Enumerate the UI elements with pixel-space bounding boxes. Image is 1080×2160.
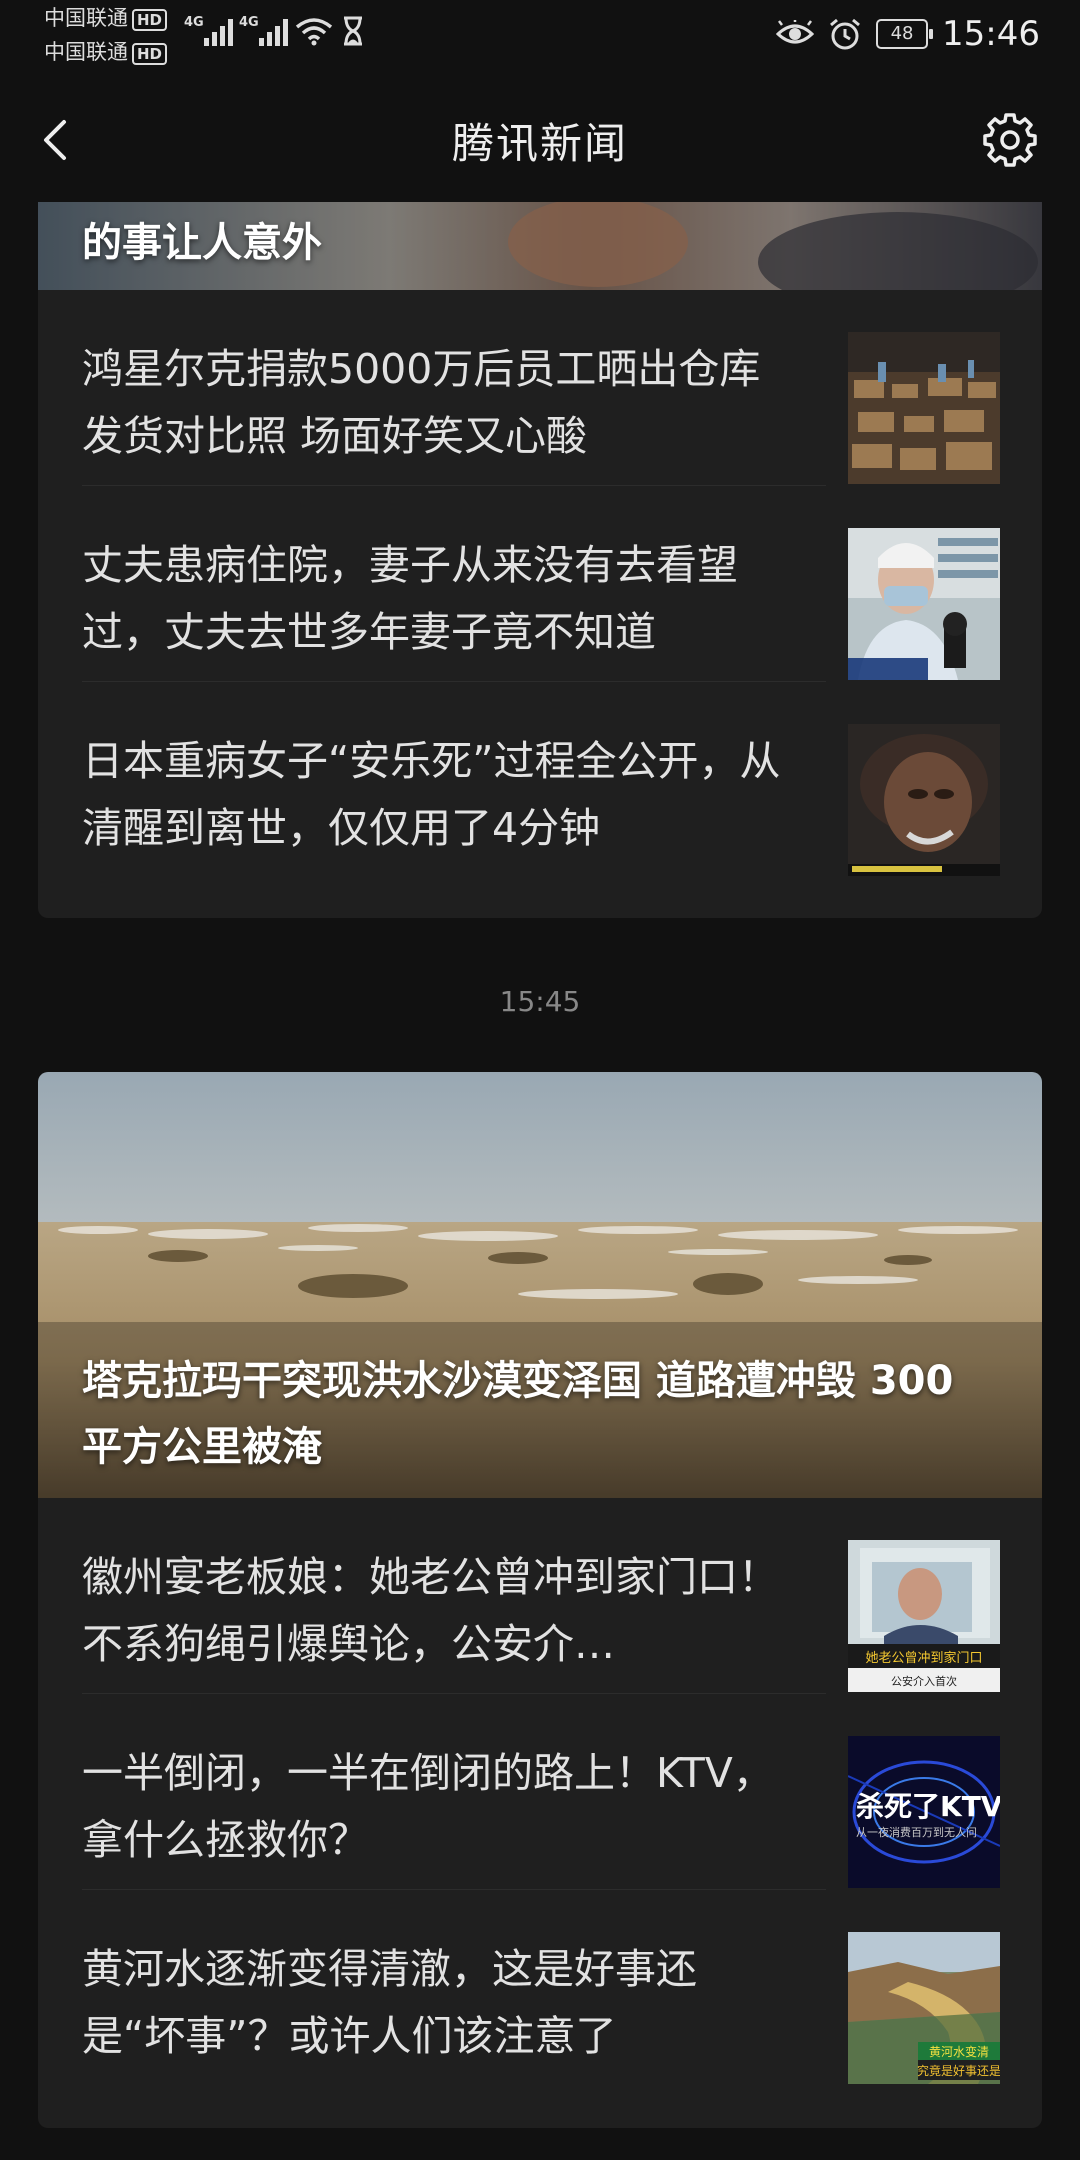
time-separator: 15:45 [499, 985, 581, 1018]
news-item-title: 鸿星尔克捐款5000万后员工晒出仓库发货对比照 场面好笑又心酸 [82, 345, 761, 460]
news-item[interactable]: 丈夫患病住院，妻子从来没有去看望过，丈夫去世多年妻子竟不知道 [38, 486, 1042, 682]
news-thumbnail [848, 528, 1000, 680]
eye-icon [776, 20, 815, 44]
news-item[interactable]: 黄河水逐渐变得清澈，这是好事还是“坏事”？或许人们该注意了 黄河水变清 究竟是好… [38, 1890, 1042, 2086]
thumb-subcaption: 从一夜消费百万到无人问 [856, 1825, 977, 1839]
header: 腾讯新闻 [0, 80, 1080, 200]
news-item[interactable]: 鸿星尔克捐款5000万后员工晒出仓库发货对比照 场面好笑又心酸 [38, 290, 1042, 486]
news-thumbnail [848, 724, 1000, 876]
news-item-title: 黄河水逐渐变得清澈，这是好事还是“坏事”？或许人们该注意了 [82, 1945, 697, 2060]
signal-icon: 4G [239, 15, 288, 46]
signal-indicators: 4G 4G [184, 15, 366, 46]
news-thumbnail: 黄河水变清 究竟是好事还是 [848, 1932, 1000, 2084]
news-thumbnail: 她老公曾冲到家门口 公安介入首次 [848, 1540, 1000, 1692]
news-thumbnail [848, 332, 1000, 484]
hero-title-1: 的事让人意外 [82, 220, 322, 266]
news-item-title: 丈夫患病住院，妻子从来没有去看望过，丈夫去世多年妻子竟不知道 [82, 541, 738, 656]
news-item-title: 徽州宴老板娘：她老公曾冲到家门口！不系狗绳引爆舆论，公安介… [82, 1553, 779, 1668]
carrier-2: 中国联通 HD [44, 40, 168, 65]
news-item[interactable]: 徽州宴老板娘：她老公曾冲到家门口！不系狗绳引爆舆论，公安介… 她老公曾冲到家门口… [38, 1498, 1042, 1694]
carrier-1: 中国联通 HD [44, 6, 168, 31]
thumb-caption: 杀死了KTV [856, 1790, 1000, 1823]
hero-banner-1[interactable]: 的事让人意外 [38, 202, 1042, 290]
battery-icon: 48 [876, 19, 934, 49]
page-title: 腾讯新闻 [451, 119, 628, 168]
gear-icon[interactable] [980, 110, 1040, 170]
status-right: 48 15:46 [776, 14, 1040, 54]
signal-icon: 4G [184, 15, 233, 46]
thumb-caption: 黄河水变清 [929, 2044, 989, 2059]
news-card-2: 塔克拉玛干突现洪水沙漠变泽国 道路遭冲毁 300 平方公里被淹 徽州宴老板娘：她… [38, 1072, 1042, 2128]
news-item-title: 一半倒闭，一半在倒闭的路上！KTV，拿什么拯救你？ [82, 1749, 774, 1864]
wifi-icon [295, 18, 333, 46]
hero-title-2: 塔克拉玛干突现洪水沙漠变泽国 道路遭冲毁 300 平方公里被淹 [82, 1358, 954, 1470]
status-time: 15:46 [942, 14, 1040, 54]
news-item[interactable]: 一半倒闭，一半在倒闭的路上！KTV，拿什么拯救你？ 杀死了KTV 从一夜消费百万… [38, 1694, 1042, 1890]
news-thumbnail: 杀死了KTV 从一夜消费百万到无人问 [848, 1736, 1000, 1888]
thumb-subcaption: 公安介入首次 [891, 1674, 957, 1688]
status-bar: 中国联通 HD 中国联通 HD 4G 4G 48 15:46 [0, 0, 1080, 80]
thumb-caption: 她老公曾冲到家门口 [865, 1650, 982, 1666]
news-card-1: 的事让人意外 鸿星尔克捐款5000万后员工晒出仓库发货对比照 场面好笑又心酸 丈… [38, 202, 1042, 918]
news-item[interactable]: 日本重病女子“安乐死”过程全公开，从清醒到离世，仅仅用了4分钟 [38, 682, 1042, 878]
thumb-subcaption: 究竟是好事还是 [917, 2063, 1000, 2078]
news-item-title: 日本重病女子“安乐死”过程全公开，从清醒到离世，仅仅用了4分钟 [82, 737, 781, 852]
alarm-icon [830, 18, 860, 50]
hero-banner-2[interactable]: 塔克拉玛干突现洪水沙漠变泽国 道路遭冲毁 300 平方公里被淹 [38, 1072, 1042, 1498]
hourglass-icon [344, 16, 362, 46]
